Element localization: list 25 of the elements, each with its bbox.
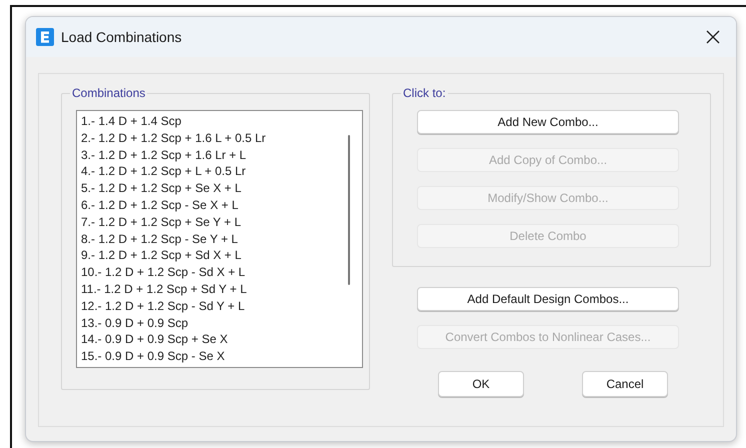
action-button[interactable]: Add New Combo... bbox=[417, 110, 679, 134]
list-item[interactable]: 8.- 1.2 D + 1.2 Scp - Se Y + L bbox=[81, 230, 358, 248]
group-label: Click to: bbox=[402, 86, 447, 100]
list-item[interactable]: 15.- 0.9 D + 0.9 Scp - Se X bbox=[81, 348, 358, 365]
action-button[interactable]: Add Default Design Combos... bbox=[417, 287, 679, 311]
close-icon bbox=[706, 30, 720, 44]
cancel-button[interactable]: Cancel bbox=[582, 371, 668, 397]
scrollbar-thumb[interactable] bbox=[348, 135, 350, 285]
group-label: Combinations bbox=[71, 86, 146, 100]
list-item[interactable]: 1.- 1.4 D + 1.4 Scp bbox=[81, 113, 358, 130]
list-item[interactable]: 3.- 1.2 D + 1.2 Scp + 1.6 Lr + L bbox=[81, 146, 358, 164]
list-item[interactable]: 2.- 1.2 D + 1.2 Scp + 1.6 L + 0.5 Lr bbox=[81, 130, 358, 147]
list-item[interactable]: 7.- 1.2 D + 1.2 Scp + Se Y + L bbox=[81, 214, 358, 231]
list-item[interactable]: 13.- 0.9 D + 0.9 Scp bbox=[81, 314, 358, 332]
list-item[interactable]: 12.- 1.2 D + 1.2 Scp - Sd Y + L bbox=[81, 298, 358, 315]
list-item[interactable]: 10.- 1.2 D + 1.2 Scp - Sd X + L bbox=[81, 264, 358, 281]
list-item[interactable]: 4.- 1.2 D + 1.2 Scp + L + 0.5 Lr bbox=[81, 163, 358, 180]
list-item[interactable]: 14.- 0.9 D + 0.9 Scp + Se X bbox=[81, 331, 358, 348]
window-title: Load Combinations bbox=[61, 29, 183, 45]
list-item[interactable]: 6.- 1.2 D + 1.2 Scp - Se X + L bbox=[81, 196, 358, 214]
list-item[interactable]: 11.- 1.2 D + 1.2 Scp + Sd Y + L bbox=[81, 280, 358, 298]
list-item[interactable]: 9.- 1.2 D + 1.2 Scp + Sd X + L bbox=[81, 247, 358, 264]
app-logo-icon bbox=[36, 28, 54, 46]
list-item[interactable]: 5.- 1.2 D + 1.2 Scp + Se X + L bbox=[81, 180, 358, 197]
ok-button[interactable]: OK bbox=[438, 371, 524, 397]
